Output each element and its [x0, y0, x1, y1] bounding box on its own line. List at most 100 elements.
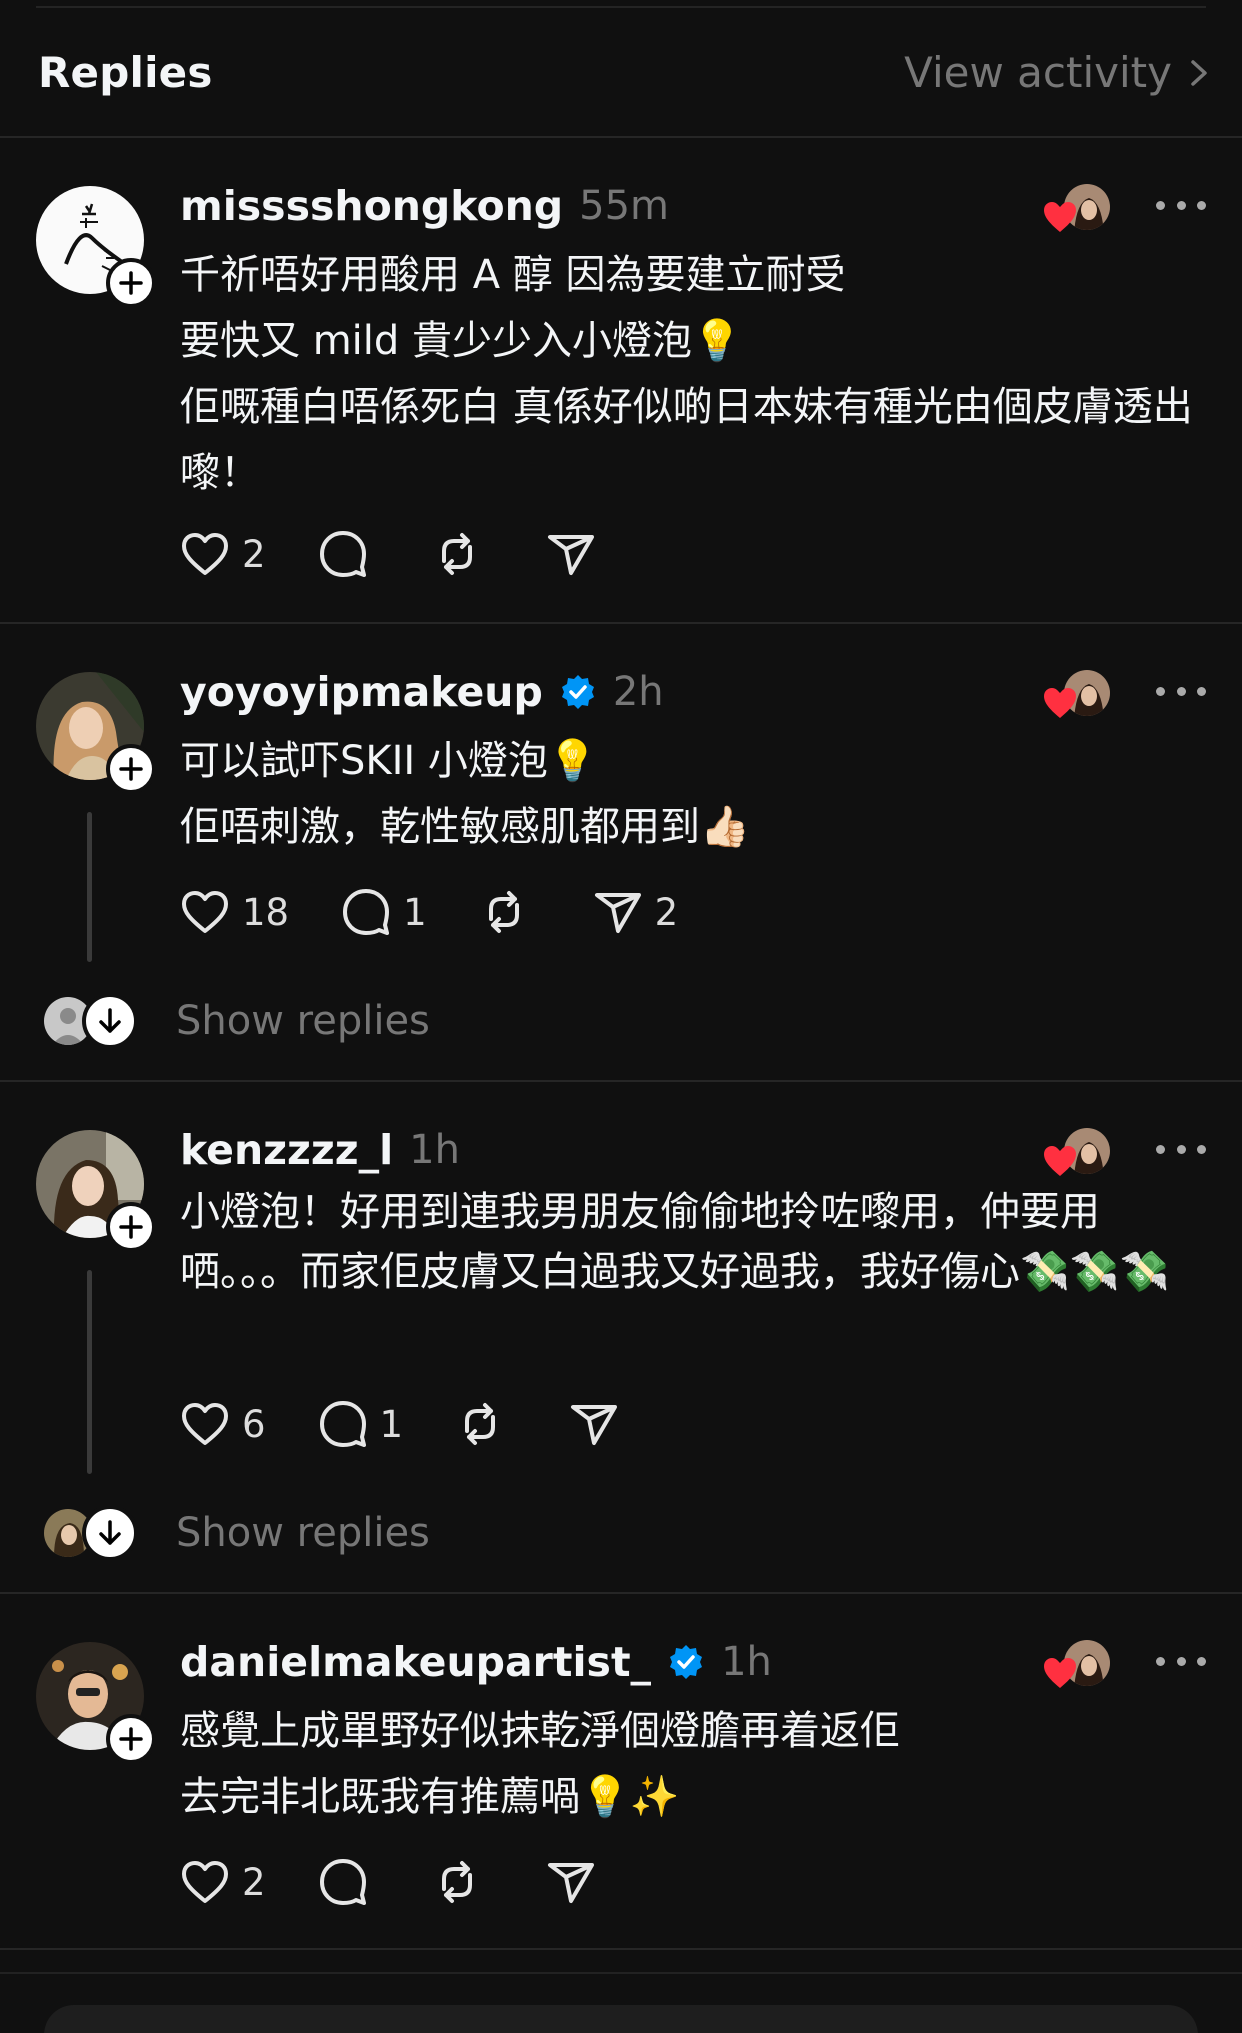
like-count: 2 [242, 532, 266, 576]
repost-button[interactable] [453, 1397, 517, 1451]
show-replies-avatars [44, 1505, 138, 1561]
reply-text: 感覺上成單野好似抹乾淨個燈膽再着返佢 去完非北既我有推薦喎💡✨ [180, 1708, 900, 1820]
share-icon [547, 535, 594, 575]
heart-icon [1044, 1658, 1076, 1688]
comment-button[interactable]: 1 [339, 885, 427, 939]
more-icon [1156, 200, 1165, 210]
heart-icon [182, 533, 228, 575]
arrow-down-badge [82, 993, 138, 1049]
share-button[interactable] [567, 1397, 631, 1451]
post-meta: kenzzzz_l 1h [180, 1122, 460, 1178]
view-activity-button[interactable]: View activity [904, 48, 1212, 97]
chevron-right-icon [1191, 59, 1207, 86]
thread-line [87, 812, 92, 962]
reply-text: 千祈唔好用酸用 A 醇 因為要建立耐受 要快又 mild 貴少少入小燈泡💡 佢嘅… [180, 252, 1193, 496]
action-bar: 6 1 [178, 1394, 681, 1454]
like-button[interactable]: 6 [178, 1397, 266, 1451]
comment-button[interactable]: 1 [316, 1397, 404, 1451]
share-icon [571, 1405, 618, 1445]
more-button[interactable] [1156, 676, 1206, 706]
username[interactable]: danielmakeupartist_ [180, 1638, 651, 1686]
like-button[interactable]: 2 [178, 527, 266, 581]
plus-icon [119, 1727, 143, 1751]
follow-button[interactable] [106, 1714, 156, 1764]
reply-text: 可以試吓SKII 小燈泡💡 佢唔刺激，乾性敏感肌都用到👍🏻 [180, 738, 750, 850]
repost-icon [465, 1403, 496, 1445]
reply-post-3: kenzzzz_l 1h 小燈泡！好用到連我男朋友偷偷地拎咗嚟用，仲要用哂。。。… [0, 1082, 1242, 1594]
repost-icon [488, 891, 519, 933]
more-icon [1156, 686, 1165, 696]
heart-icon [1044, 202, 1076, 232]
plus-icon [119, 1215, 143, 1239]
username[interactable]: yoyoyipmakeup [180, 668, 543, 716]
arrow-down-icon [99, 1008, 121, 1033]
thread-line [87, 1270, 92, 1474]
share-button[interactable] [544, 527, 608, 581]
action-bar: 18 1 2 [178, 882, 728, 942]
comment-icon [343, 889, 390, 935]
repost-icon [441, 1861, 472, 1903]
username[interactable]: misssshongkong [180, 182, 563, 230]
plus-icon [119, 271, 143, 295]
like-button[interactable]: 18 [178, 885, 289, 939]
username[interactable]: kenzzzz_l [180, 1126, 393, 1174]
timestamp: 2h [612, 669, 664, 715]
liked-by-author [1042, 182, 1112, 238]
more-dot [1197, 1144, 1206, 1154]
more-dot [1176, 1656, 1186, 1666]
more-dot [1176, 200, 1186, 210]
post-meta: misssshongkong 55m [180, 178, 669, 234]
liked-by-author [1042, 668, 1112, 724]
post-meta: danielmakeupartist_ 1h [180, 1634, 772, 1690]
liked-by-author [1042, 1638, 1112, 1694]
action-bar: 2 [178, 524, 658, 584]
avatar-kenzzzz_l[interactable] [36, 1130, 156, 1252]
heart-icon [182, 891, 228, 933]
comment-count: 1 [379, 1402, 404, 1446]
share-button[interactable]: 2 [591, 885, 679, 939]
heart-icon [1044, 1146, 1076, 1176]
share-icon [547, 1863, 594, 1903]
reply-text: 小燈泡！好用到連我男朋友偷偷地拎咗嚟用，仲要用哂。。。而家佢皮膚又白過我又好過我… [180, 1189, 1170, 1295]
reply-composer-bar[interactable] [44, 2005, 1198, 2033]
follow-button[interactable] [106, 258, 156, 308]
comment-button[interactable] [316, 1855, 380, 1909]
repost-button[interactable] [430, 1855, 494, 1909]
post-meta: yoyoyipmakeup 2h [180, 664, 664, 720]
like-count: 18 [242, 890, 290, 934]
action-bar: 2 [178, 1852, 658, 1912]
verified-icon [670, 1645, 703, 1679]
timestamp: 1h [721, 1639, 772, 1685]
avatar-misssshongkong[interactable] [36, 186, 156, 308]
reply-post-4: danielmakeupartist_ 1h 感覺上成單野好似抹乾淨個燈膽再着返… [0, 1594, 1242, 1950]
more-button[interactable] [1156, 190, 1206, 220]
show-replies-button[interactable]: Show replies [44, 991, 430, 1051]
show-replies-button[interactable]: Show replies [44, 1503, 430, 1563]
more-button[interactable] [1156, 1134, 1206, 1164]
heart-icon [1044, 688, 1076, 718]
follow-button[interactable] [106, 1202, 156, 1252]
replies-header: Replies View activity [0, 8, 1242, 138]
reply-post-1: misssshongkong 55m 千祈唔好用酸用 A 醇 因為要建立耐受 要… [0, 138, 1242, 624]
share-count: 2 [654, 890, 679, 934]
more-button[interactable] [1156, 1646, 1206, 1676]
repost-button[interactable] [430, 527, 494, 581]
avatar-yoyoyipmakeup[interactable] [36, 672, 156, 794]
plus-icon [119, 757, 143, 781]
like-button[interactable]: 2 [178, 1855, 266, 1909]
show-replies-avatars [44, 993, 138, 1049]
like-count: 2 [242, 1860, 266, 1904]
avatar-danielmakeupartist_[interactable] [36, 1642, 156, 1764]
comment-button[interactable] [316, 527, 380, 581]
more-dot [1176, 1144, 1186, 1154]
more-icon [1156, 1656, 1165, 1666]
bottom-divider [0, 1972, 1242, 1974]
heart-icon [182, 1403, 228, 1445]
more-dot [1197, 686, 1206, 696]
repost-button[interactable] [477, 885, 541, 939]
repost-icon [441, 533, 472, 575]
more-dot [1176, 686, 1186, 696]
show-replies-label: Show replies [176, 1510, 430, 1556]
follow-button[interactable] [106, 744, 156, 794]
share-button[interactable] [544, 1855, 608, 1909]
